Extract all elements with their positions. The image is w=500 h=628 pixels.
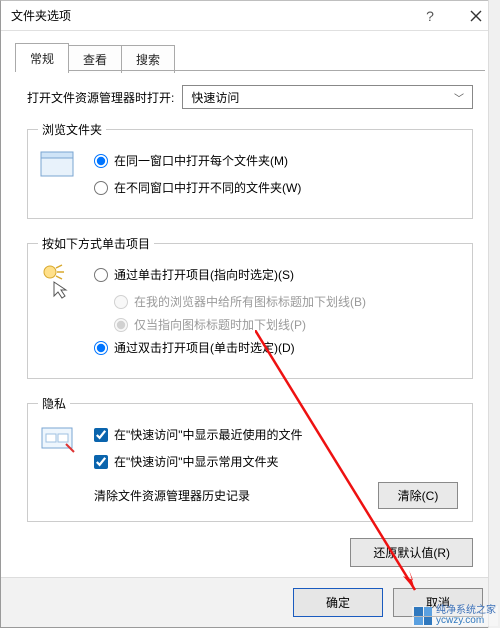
help-button[interactable]: ? [407, 1, 453, 30]
outer-scrollbar[interactable] [488, 0, 500, 628]
browse-folders-legend: 浏览文件夹 [38, 121, 106, 138]
radio-double-click[interactable]: 通过双击打开项目(单击时选定)(D) [94, 339, 462, 356]
open-explorer-dropdown[interactable]: 快速访问 ﹀ [182, 85, 473, 109]
privacy-legend: 隐私 [38, 395, 70, 412]
watermark: 纯净系统之家 ycwzy.com [412, 606, 498, 626]
checkbox-frequent-folders[interactable]: 在"快速访问"中显示常用文件夹 [94, 453, 462, 470]
click-items-legend: 按如下方式单击项目 [38, 235, 154, 252]
titlebar: 文件夹选项 ? [1, 1, 499, 31]
radio-underline-browser: 在我的浏览器中给所有图标标题加下划线(B) [114, 293, 462, 310]
dropdown-value: 快速访问 [191, 89, 239, 106]
watermark-logo-icon [414, 607, 432, 625]
close-icon [470, 10, 482, 22]
clear-history-label: 清除文件资源管理器历史记录 [94, 487, 250, 504]
browse-folders-group: 浏览文件夹 在同一窗口中打开每个文件夹(M) [27, 121, 473, 219]
click-items-group: 按如下方式单击项目 通过单击打开项目(指向时选定)(S) [27, 235, 473, 379]
privacy-group: 隐私 在"快速访问"中显示最近使用的文件 [27, 395, 473, 522]
tab-body: 打开文件资源管理器时打开: 快速访问 ﹀ 浏览文件夹 [15, 71, 485, 573]
tab-strip: 常规 查看 搜索 [15, 43, 485, 71]
privacy-icon [38, 422, 80, 456]
ok-button[interactable]: 确定 [293, 588, 383, 617]
folder-options-dialog: 文件夹选项 ? 常规 查看 搜索 打开文件资源管理器时打开: 快速访问 ﹀ [0, 0, 500, 628]
radio-same-window[interactable]: 在同一窗口中打开每个文件夹(M) [94, 152, 462, 169]
browse-folders-icon [38, 148, 80, 182]
tab-general[interactable]: 常规 [15, 43, 69, 72]
click-items-icon [38, 262, 80, 302]
checkbox-recent-files[interactable]: 在"快速访问"中显示最近使用的文件 [94, 426, 462, 443]
restore-defaults-button[interactable]: 还原默认值(R) [350, 538, 473, 567]
open-explorer-label: 打开文件资源管理器时打开: [27, 89, 174, 106]
radio-single-click[interactable]: 通过单击打开项目(指向时选定)(S) [94, 266, 462, 283]
window-title: 文件夹选项 [11, 7, 407, 24]
help-icon: ? [426, 8, 434, 24]
radio-underline-point: 仅当指向图标标题时加下划线(P) [114, 316, 462, 333]
tab-view[interactable]: 查看 [68, 45, 122, 73]
tab-search[interactable]: 搜索 [121, 45, 175, 73]
clear-button[interactable]: 清除(C) [378, 482, 458, 509]
watermark-url: ycwzy.com [436, 616, 496, 626]
radio-diff-window[interactable]: 在不同窗口中打开不同的文件夹(W) [94, 179, 462, 196]
chevron-down-icon: ﹀ [454, 90, 464, 105]
